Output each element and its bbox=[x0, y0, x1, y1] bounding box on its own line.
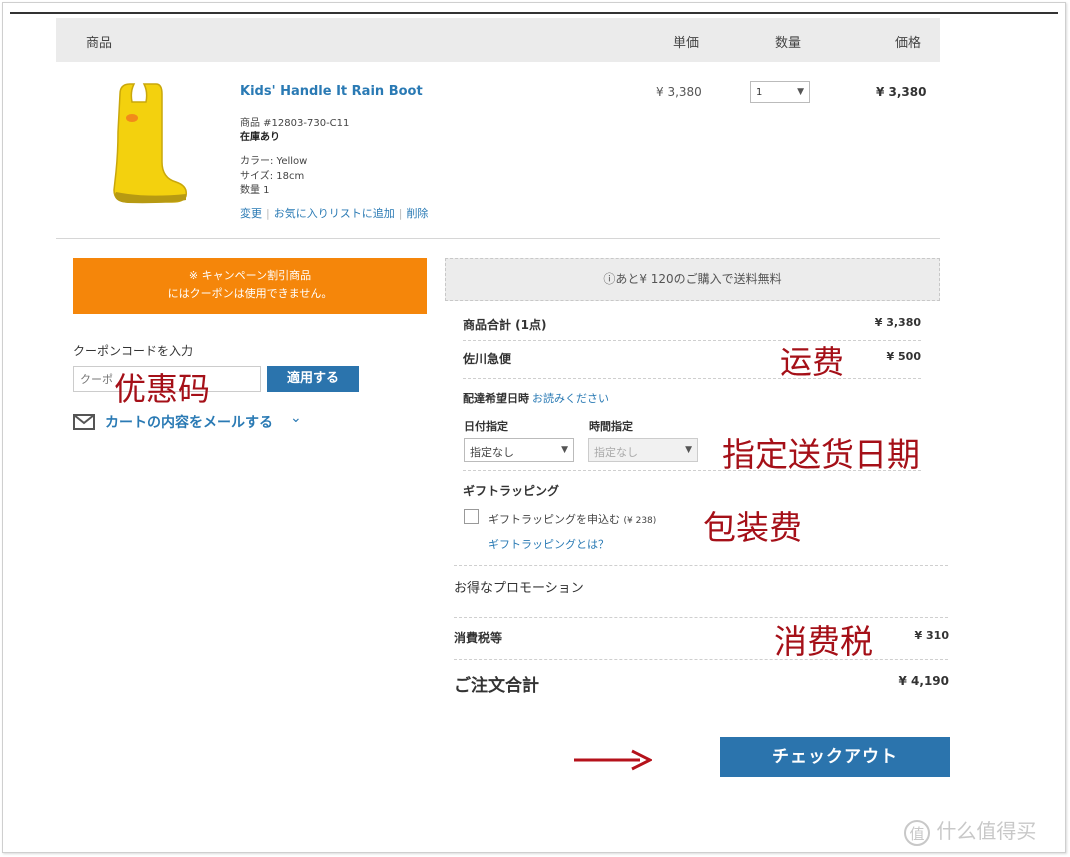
campaign-line-2: にはクーポンは使用できません。 bbox=[167, 287, 333, 300]
delivery-time-heading: 配達希望日時 お読みください bbox=[463, 390, 609, 406]
annotation-tax: 消费税 bbox=[774, 622, 873, 661]
product-qty-text: 数量 1 bbox=[240, 185, 270, 196]
delivery-date-select[interactable]: 指定なし ▼ bbox=[464, 438, 574, 462]
product-actions: 変更 | お気に入りリストに追加 | 削除 bbox=[240, 205, 428, 221]
product-color: カラー: Yellow bbox=[240, 156, 308, 167]
dashed-divider bbox=[454, 659, 948, 660]
free-shipping-notice: ⓘあと¥ 120のご購入で送料無料 bbox=[445, 258, 940, 301]
subtotal-value: ¥ 3,380 bbox=[874, 316, 921, 329]
header-unit-price: 単価 bbox=[673, 36, 700, 51]
delivery-info-link[interactable]: お読みください bbox=[532, 392, 609, 405]
dashed-divider bbox=[463, 378, 921, 379]
annotation-coupon: 优惠码 bbox=[114, 370, 211, 408]
cart-table-header: 商品 単価 数量 価格 bbox=[56, 18, 940, 62]
product-sku: 商品 #12803-730-C11 bbox=[240, 118, 350, 129]
top-rule bbox=[10, 12, 1058, 14]
campaign-line-1: ※ キャンペーン割引商品 bbox=[188, 269, 312, 282]
order-total-value: ¥ 4,190 bbox=[898, 674, 949, 688]
header-product: 商品 bbox=[86, 36, 113, 51]
delivery-time-select[interactable]: 指定なし ▼ bbox=[588, 438, 698, 462]
gift-option-label: ギフトラッピングを申込む bbox=[488, 513, 620, 526]
watermark-logo: 值 bbox=[904, 819, 930, 846]
checkout-button[interactable]: チェックアウト bbox=[720, 737, 950, 777]
rain-boot-image[interactable] bbox=[106, 82, 190, 204]
envelope-icon[interactable] bbox=[73, 414, 95, 430]
dashed-divider bbox=[454, 565, 948, 566]
chevron-down-icon[interactable]: ⌄ bbox=[290, 410, 302, 426]
chevron-down-icon: ▼ bbox=[685, 445, 692, 455]
unit-price: ¥ 3,380 bbox=[656, 85, 702, 99]
date-select-value: 指定なし bbox=[470, 446, 514, 459]
delivery-title: 配達希望日時 bbox=[463, 392, 529, 405]
time-select-value: 指定なし bbox=[594, 446, 638, 459]
header-price: 価格 bbox=[895, 36, 922, 51]
gift-fee: (¥ 238) bbox=[623, 516, 657, 526]
gift-wrapping-checkbox[interactable] bbox=[464, 509, 479, 524]
gift-wrapping-option[interactable]: ギフトラッピングを申込む (¥ 238) bbox=[488, 511, 656, 527]
quantity-select[interactable]: 1 ▼ bbox=[750, 81, 810, 103]
header-quantity: 数量 bbox=[775, 36, 802, 51]
date-label: 日付指定 bbox=[464, 420, 508, 433]
watermark: 值 什么值得买 bbox=[904, 815, 1036, 846]
promotion-label[interactable]: お得なプロモーション bbox=[454, 577, 584, 596]
quantity-value: 1 bbox=[756, 87, 763, 98]
shipping-label: 佐川急便 bbox=[463, 352, 512, 366]
separator: | bbox=[266, 207, 270, 220]
subtotal-label: 商品合計 (1点) bbox=[463, 318, 547, 332]
annotation-delivery-date: 指定送货日期 bbox=[722, 435, 920, 474]
row-divider bbox=[56, 238, 940, 239]
line-price: ¥ 3,380 bbox=[876, 85, 927, 99]
change-link[interactable]: 変更 bbox=[240, 207, 262, 220]
annotation-shipping: 运费 bbox=[780, 343, 845, 381]
gift-wrapping-heading: ギフトラッピング bbox=[463, 484, 560, 498]
email-cart-link[interactable]: カートの内容をメールする bbox=[105, 412, 273, 432]
add-to-wishlist-link[interactable]: お気に入りリストに追加 bbox=[274, 207, 395, 220]
dashed-divider bbox=[463, 340, 921, 341]
product-name-link[interactable]: Kids' Handle It Rain Boot bbox=[240, 84, 423, 99]
watermark-text: 什么值得买 bbox=[936, 819, 1037, 843]
shipping-value: ¥ 500 bbox=[886, 350, 921, 363]
annotation-wrapping: 包装费 bbox=[703, 508, 802, 547]
gift-wrapping-info-link[interactable]: ギフトラッピングとは？ bbox=[488, 536, 609, 552]
dashed-divider bbox=[454, 617, 948, 618]
product-size: サイズ: 18cm bbox=[240, 171, 305, 182]
separator: | bbox=[398, 207, 403, 220]
order-total-label: ご注文合計 bbox=[454, 676, 539, 696]
coupon-label: クーポンコードを入力 bbox=[73, 344, 194, 358]
red-arrow-icon bbox=[574, 749, 652, 771]
chevron-down-icon: ▼ bbox=[561, 445, 568, 455]
apply-coupon-button[interactable]: 適用する bbox=[267, 366, 359, 392]
tax-label: 消費税等 bbox=[454, 631, 503, 645]
campaign-notice: ※ キャンペーン割引商品 にはクーポンは使用できません。 bbox=[73, 258, 427, 314]
chevron-down-icon: ▼ bbox=[797, 87, 804, 97]
time-label: 時間指定 bbox=[589, 420, 633, 433]
tax-value: ¥ 310 bbox=[914, 629, 949, 642]
stock-status: 在庫あり bbox=[240, 132, 280, 143]
delete-link[interactable]: 削除 bbox=[406, 207, 428, 220]
